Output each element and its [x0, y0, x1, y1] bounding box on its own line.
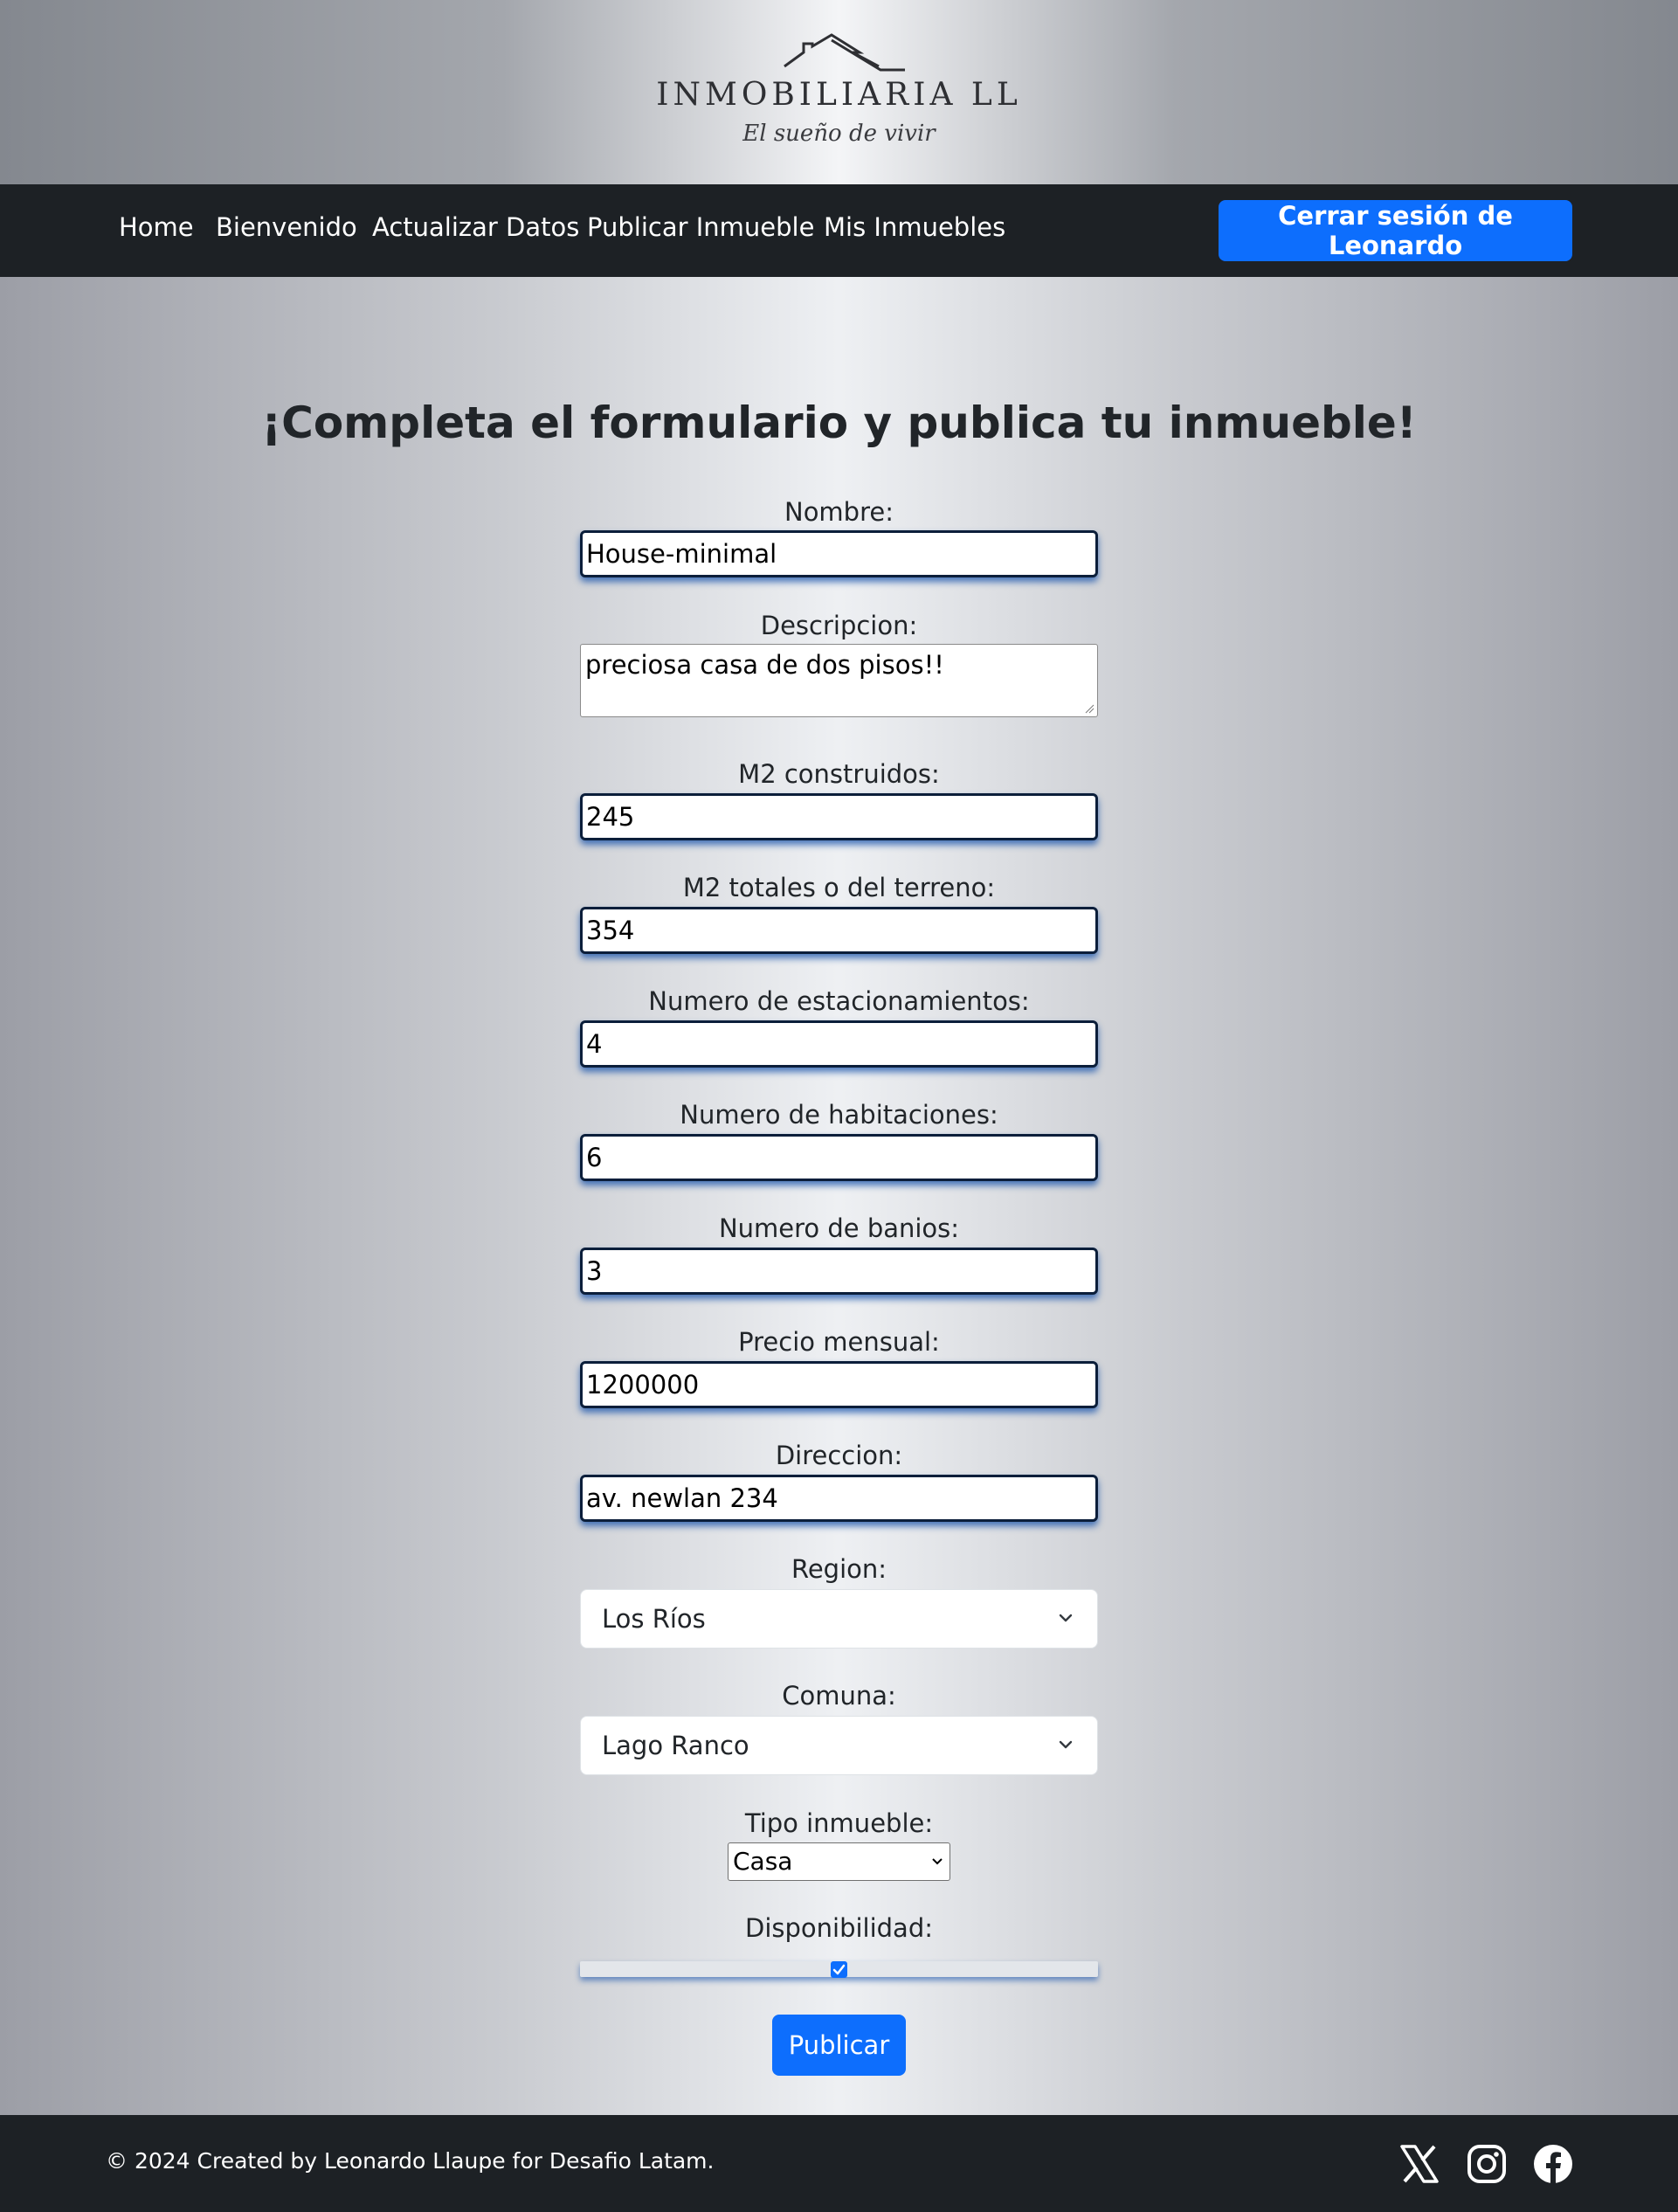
m2-totales-input[interactable]: 354 — [580, 907, 1098, 954]
chevron-down-icon — [1059, 1614, 1073, 1622]
brand-tagline: El sueño de vivir — [742, 121, 936, 147]
estacionamientos-input[interactable]: 4 — [580, 1020, 1098, 1068]
publicar-button[interactable]: Publicar — [772, 2015, 906, 2076]
nombre-input[interactable]: House-minimal — [580, 530, 1098, 577]
descripcion-value: preciosa casa de dos pisos!! — [585, 650, 944, 680]
m2-totales-label: M2 totales o del terreno: — [682, 873, 996, 902]
tipo-select[interactable]: Casa — [728, 1842, 950, 1881]
tipo-label: Tipo inmueble: — [744, 1808, 934, 1838]
comuna-selected-value: Lago Ranco — [602, 1731, 749, 1760]
resize-grip-icon[interactable] — [1084, 703, 1094, 714]
descripcion-textarea[interactable]: preciosa casa de dos pisos!! — [580, 644, 1098, 717]
facebook-icon[interactable] — [1532, 2143, 1574, 2185]
habitaciones-input[interactable]: 6 — [580, 1134, 1098, 1181]
estacionamientos-label: Numero de estacionamientos: — [648, 986, 1030, 1016]
region-selected-value: Los Ríos — [602, 1604, 706, 1634]
brand-name: INMOBILIARIA LL — [656, 77, 1022, 113]
disponibilidad-label: Disponibilidad: — [744, 1913, 934, 1943]
comuna-select[interactable]: Lago Ranco — [580, 1716, 1098, 1775]
instagram-icon[interactable] — [1466, 2143, 1508, 2185]
nav-home-link[interactable]: Home — [119, 212, 194, 242]
footer: © 2024 Created by Leonardo Llaupe for De… — [0, 2115, 1678, 2212]
precio-input[interactable]: 1200000 — [580, 1361, 1098, 1408]
checkmark-icon — [832, 1964, 846, 1975]
brand-header: INMOBILIARIA LL El sueño de vivir — [0, 0, 1678, 184]
precio-label: Precio mensual: — [738, 1327, 940, 1357]
page-title: ¡Completa el formulario y publica tu inm… — [261, 397, 1417, 448]
habitaciones-label: Numero de habitaciones: — [680, 1100, 998, 1130]
footer-copyright: © 2024 Created by Leonardo Llaupe for De… — [106, 2148, 715, 2174]
house-roof-icon — [784, 33, 905, 72]
region-label: Region: — [791, 1554, 887, 1584]
direccion-input[interactable]: av. newlan 234 — [580, 1475, 1098, 1522]
nav-bienvenido-link[interactable]: Bienvenido — [216, 212, 357, 242]
nav-mis-inmuebles-link[interactable]: Mis Inmuebles — [824, 212, 1005, 242]
nav-actualizar-datos-link[interactable]: Actualizar Datos — [372, 212, 579, 242]
navbar: Home Bienvenido Actualizar Datos Publica… — [0, 184, 1678, 277]
banios-input[interactable]: 3 — [580, 1248, 1098, 1295]
chevron-down-icon — [1059, 1740, 1073, 1749]
nav-publicar-inmueble-link[interactable]: Publicar Inmueble — [587, 212, 814, 242]
nombre-label: Nombre: — [784, 497, 894, 527]
chevron-down-icon — [932, 1858, 943, 1865]
comuna-label: Comuna: — [782, 1681, 896, 1711]
banios-label: Numero de banios: — [718, 1213, 960, 1243]
region-select[interactable]: Los Ríos — [580, 1589, 1098, 1649]
descripcion-label: Descripcion: — [760, 611, 918, 640]
x-icon[interactable] — [1398, 2143, 1440, 2185]
m2-construidos-input[interactable]: 245 — [580, 793, 1098, 840]
logout-button[interactable]: Cerrar sesión de Leonardo — [1219, 200, 1572, 261]
m2-construidos-label: M2 construidos: — [738, 759, 940, 789]
direccion-label: Direccion: — [775, 1441, 903, 1470]
tipo-selected-value: Casa — [733, 1847, 793, 1876]
disponibilidad-checkbox[interactable] — [831, 1961, 847, 1978]
